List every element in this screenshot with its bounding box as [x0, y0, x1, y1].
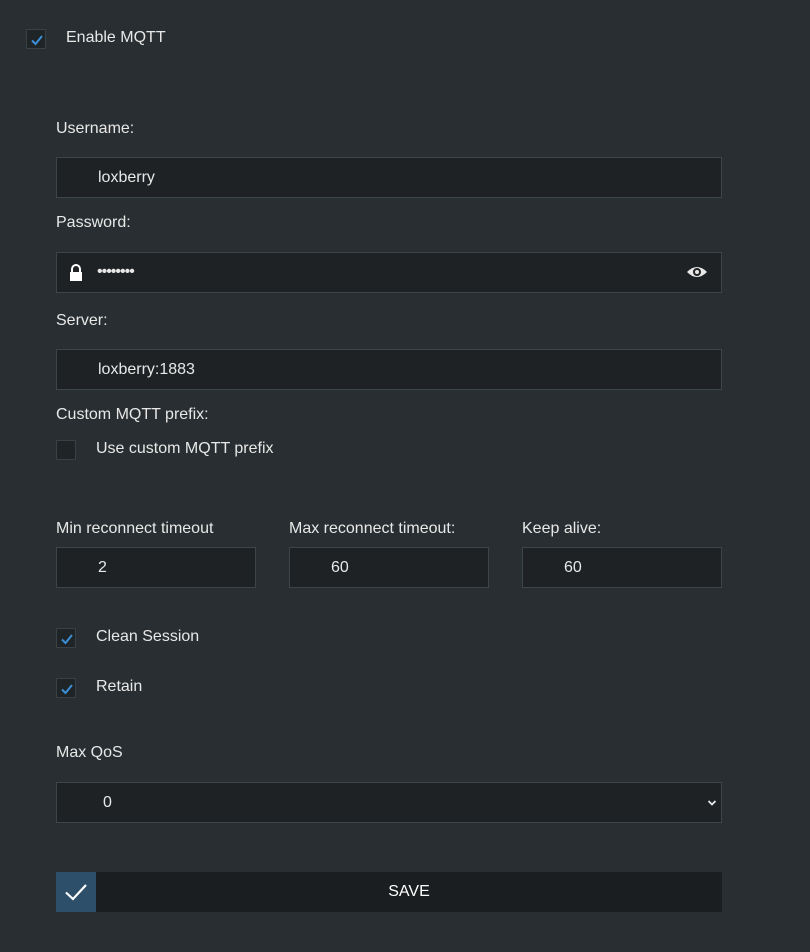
server-value: loxberry:1883 [98, 361, 195, 378]
password-label: Password: [56, 214, 131, 231]
max-reconnect-input[interactable]: 60 [289, 547, 489, 588]
custom-prefix-label: Custom MQTT prefix: [56, 406, 209, 423]
custom-prefix-checkbox-label: Use custom MQTT prefix [96, 440, 274, 457]
retain-checkbox[interactable] [56, 678, 76, 698]
keep-alive-input[interactable]: 60 [522, 547, 722, 588]
clean-session-checkbox[interactable] [56, 628, 76, 648]
clean-session-label: Clean Session [96, 628, 200, 645]
max-reconnect-value: 60 [331, 559, 349, 576]
retain-label: Retain [96, 678, 143, 695]
min-reconnect-value: 2 [98, 559, 107, 576]
max-reconnect-label: Max reconnect timeout: [289, 520, 456, 537]
username-input[interactable]: loxberry [56, 157, 722, 198]
check-icon [61, 684, 73, 695]
chevron-down-icon [707, 800, 717, 806]
check-icon [31, 35, 43, 46]
enable-mqtt-checkbox[interactable] [26, 29, 46, 49]
password-input[interactable]: •••••••• [56, 252, 722, 293]
eye-icon[interactable] [686, 264, 708, 280]
max-qos-select[interactable]: 0 [56, 782, 722, 823]
enable-mqtt-label: Enable MQTT [66, 29, 166, 46]
save-check-box [56, 872, 96, 912]
custom-prefix-checkbox[interactable] [56, 440, 76, 460]
username-label: Username: [56, 120, 135, 137]
lock-icon [70, 264, 82, 281]
server-input[interactable]: loxberry:1883 [56, 349, 722, 390]
password-value: •••••••• [97, 263, 135, 280]
username-value: loxberry [98, 169, 155, 186]
max-qos-label: Max QoS [56, 744, 123, 761]
max-qos-value: 0 [103, 794, 112, 811]
check-icon [65, 884, 87, 901]
save-label: SAVE [388, 883, 430, 900]
save-button[interactable]: SAVE [56, 872, 722, 912]
check-icon [61, 634, 73, 645]
min-reconnect-input[interactable]: 2 [56, 547, 256, 588]
keep-alive-value: 60 [564, 559, 582, 576]
min-reconnect-label: Min reconnect timeout [56, 520, 214, 537]
server-label: Server: [56, 312, 108, 329]
keep-alive-label: Keep alive: [522, 520, 602, 537]
